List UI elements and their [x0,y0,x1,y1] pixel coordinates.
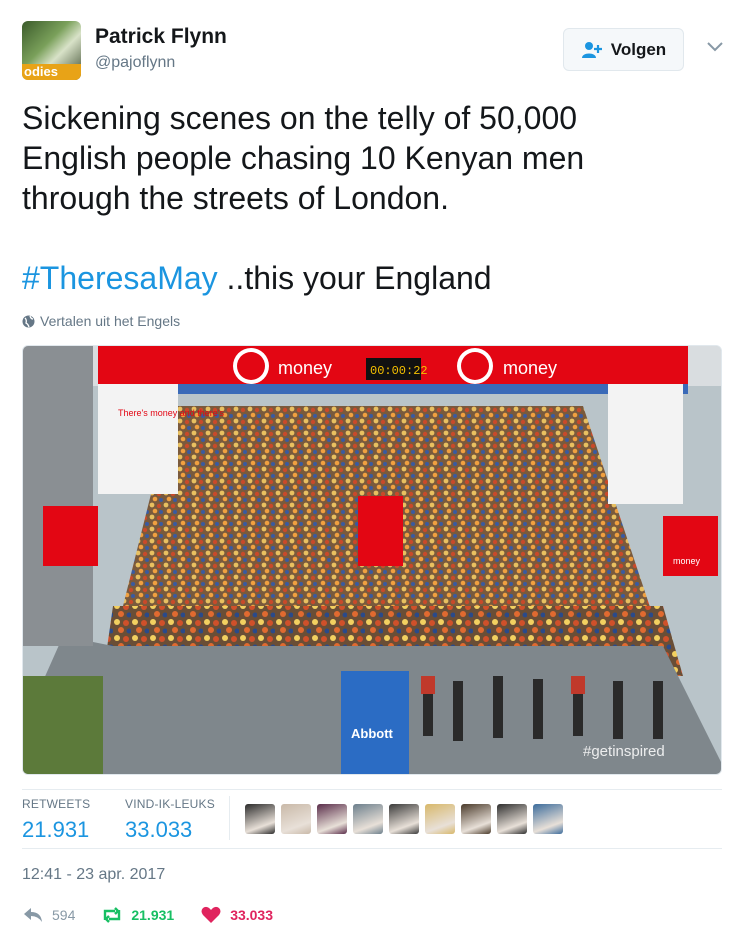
tweet-line-4-text: ..this your England [217,260,492,296]
marathon-photo: money money 00:00:22 There's money and t… [23,346,721,774]
reply-count: 594 [52,907,76,923]
divider [22,789,722,790]
chevron-down-icon[interactable] [706,40,724,54]
avatar-text: odies [22,64,81,80]
retweet-button[interactable]: 21.931 [101,906,174,924]
reply-button[interactable]: 594 [22,906,75,924]
retweet-icon [104,907,121,923]
hashtag-link[interactable]: #TheresaMay [22,260,218,296]
likes-stat[interactable]: VIND-IK-LEUKS 33.033 [125,797,215,843]
tweet-line-4: #TheresaMay ..this your England [22,258,722,298]
tweet-text: Sickening scenes on the telly of 50,000 … [22,98,722,298]
stats-divider [229,796,230,840]
author-handle[interactable]: @pajoflynn [95,54,175,72]
translate-link[interactable]: Vertalen uit het Engels [22,313,180,329]
liker-avatars [245,804,563,834]
heart-icon [201,906,221,923]
tweet-line-3: through the streets of London. [22,180,449,216]
retweets-value: 21.931 [22,817,90,842]
tweet-timestamp[interactable]: 12:41 - 23 apr. 2017 [22,866,165,884]
liker-avatar[interactable] [317,804,347,834]
liker-avatar[interactable] [533,804,563,834]
tweet-actions: 594 21.931 33.033 [22,906,299,924]
retweets-label: RETWEETS [22,797,91,811]
photo-hashtag-watermark: #getinspired [583,743,665,760]
like-count: 33.033 [230,907,274,923]
side-banner-text: money [673,556,701,566]
avatar[interactable]: odies [22,21,81,80]
sponsor-flag: Abbott [351,726,394,741]
add-user-icon [581,41,602,58]
reply-icon [24,908,42,922]
author-name[interactable]: Patrick Flynn [95,25,227,49]
liker-avatar[interactable] [353,804,383,834]
race-clock: 00:00:22 [370,364,428,378]
liker-avatar[interactable] [389,804,419,834]
tweet-photo[interactable]: money money 00:00:22 There's money and t… [22,345,722,775]
pillar-banner-text: There's money and there's [118,408,224,418]
follow-label: Volgen [610,39,667,59]
translate-label: Vertalen uit het Engels [40,313,181,329]
tweet-line-2: English people chasing 10 Kenyan men [22,140,585,176]
gantry-brand-right: money [503,358,557,378]
liker-avatar[interactable] [425,804,455,834]
liker-avatar[interactable] [245,804,275,834]
globe-icon [22,315,35,327]
retweets-stat[interactable]: RETWEETS 21.931 [22,797,90,843]
likes-label: VIND-IK-LEUKS [125,797,215,811]
liker-avatar[interactable] [461,804,491,834]
follow-button[interactable]: Volgen [563,28,684,71]
tweet-line-1: Sickening scenes on the telly of 50,000 [22,100,578,136]
liker-avatar[interactable] [281,804,311,834]
likes-value: 33.033 [125,817,193,842]
retweet-count: 21.931 [131,907,175,923]
divider [22,848,722,849]
liker-avatar[interactable] [497,804,527,834]
like-button[interactable]: 33.033 [200,906,273,924]
gantry-brand-left: money [278,358,332,378]
